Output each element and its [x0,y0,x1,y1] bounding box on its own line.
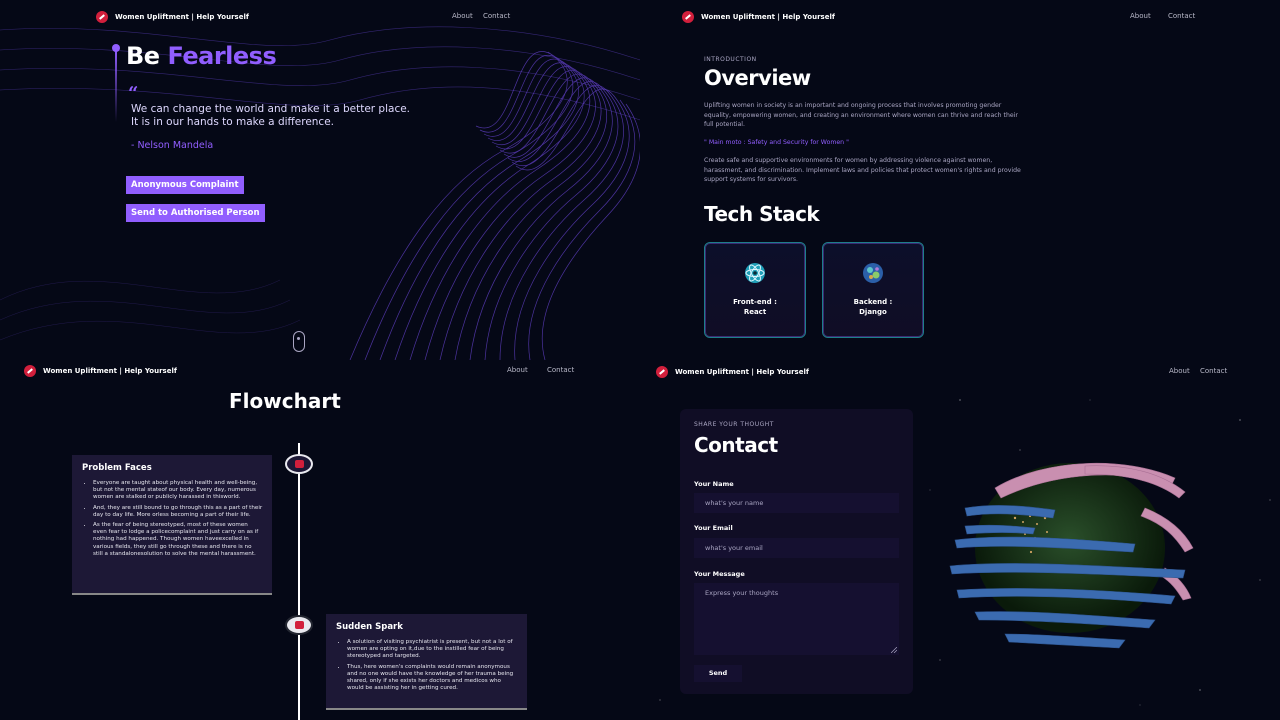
email-input[interactable]: what's your email [694,538,899,558]
tech-card-backend-line2: Django [859,308,887,316]
brand-link[interactable]: Women Upliftment | Help Yourself [96,11,249,23]
contact-subtitle: SHARE YOUR THOUGHT [694,421,774,428]
logo-icon [682,11,694,23]
tech-card-backend-line1: Backend : [853,298,893,306]
timeline-node-icon [295,460,304,468]
tech-card-frontend: Front-end : React [704,242,806,338]
flowchart-title: Flowchart [229,389,341,413]
tech-card-frontend-line2: React [743,308,767,316]
email-label: Your Email [694,524,733,532]
brand-link[interactable]: Women Upliftment | Help Yourself [682,11,835,23]
overview-title: Overview [704,66,811,90]
flow-card-point: Thus, here women's complaints would rema… [347,664,518,693]
anonymous-complaint-button[interactable]: Anonymous Complaint [126,176,244,194]
flow-card-points: A solution of visiting psychiatrist is p… [336,639,518,692]
navbar: Women Upliftment | Help Yourself About C… [640,360,1280,394]
quote-line-1: We can change the world and make it a be… [131,103,411,115]
flow-card-title: Problem Faces [82,463,152,473]
wave-background [0,26,640,360]
brand-link[interactable]: Women Upliftment | Help Yourself [656,366,809,378]
nav-about-link[interactable]: About [1169,367,1190,375]
name-label: Your Name [694,480,734,488]
nav-about-link[interactable]: About [507,366,528,374]
logo-icon [96,11,108,23]
send-authorised-button[interactable]: Send to Authorised Person [126,204,265,222]
nav-contact-link[interactable]: Contact [483,12,510,20]
message-label: Your Message [694,570,745,578]
quote-line-2: It is in our hands to make a difference. [131,116,335,128]
flow-card-problem: Problem Faces Everyone are taught about … [72,455,272,595]
brand-text: Women Upliftment | Help Yourself [115,13,249,21]
tech-stack-title: Tech Stack [704,202,820,226]
flow-card-title: Sudden Spark [336,622,403,632]
hero-section: Women Upliftment | Help Yourself About C… [0,0,640,360]
nav-about-link[interactable]: About [1130,12,1151,20]
hero-line [115,50,117,122]
resize-handle-icon[interactable] [891,647,897,653]
nav-contact-link[interactable]: Contact [547,366,574,374]
contact-form: SHARE YOUR THOUGHT Contact Your Name wha… [680,409,913,694]
send-button[interactable]: Send [694,665,742,682]
hero-title: Be Fearless [126,42,277,70]
brand-text: Women Upliftment | Help Yourself [675,368,809,376]
django-icon [863,263,883,283]
flow-card-point: A solution of visiting psychiatrist is p… [347,639,518,661]
brand-text: Women Upliftment | Help Yourself [43,367,177,375]
earth-model[interactable] [935,448,1205,658]
overview-paragraph-2: Create safe and supportive environments … [704,157,1021,183]
nav-about-link[interactable]: About [452,12,473,20]
hero-quote: We can change the world and make it a be… [131,103,431,129]
react-icon [745,263,765,283]
hero-title-accent: Fearless [167,42,277,70]
flow-card-point: As the fear of being stereotyped, most o… [93,522,263,558]
flow-card-spark: Sudden Spark A solution of visiting psyc… [326,614,527,710]
timeline-node-2 [285,615,313,635]
overview-subtitle: INTRODUCTION [704,56,757,63]
overview-paragraph-1: Uplifting women in society is an importa… [704,102,1018,128]
nav-contact-link[interactable]: Contact [1200,367,1227,375]
flow-card-points: Everyone are taught about physical healt… [82,480,263,558]
brand-link[interactable]: Women Upliftment | Help Yourself [24,365,177,377]
logo-icon [24,365,36,377]
nav-contact-link[interactable]: Contact [1168,12,1195,20]
scroll-indicator-icon[interactable] [293,331,305,352]
message-input[interactable]: Express your thoughts [694,583,899,655]
flow-card-point: Everyone are taught about physical healt… [93,480,263,502]
contact-title: Contact [694,433,778,457]
tech-card-frontend-line1: Front-end : [733,298,777,306]
navbar: Women Upliftment | Help Yourself About C… [0,0,640,34]
tech-card-backend: Backend : Django [822,242,924,338]
quote-mark-icon: “ [128,83,139,104]
timeline-node-1 [285,454,313,474]
brand-text: Women Upliftment | Help Yourself [701,13,835,21]
overview-moto: " Main moto : Safety and Security for Wo… [704,139,849,146]
contact-section: Women Upliftment | Help Yourself About C… [640,360,1280,720]
timeline-line [298,443,300,720]
overview-section: Women Upliftment | Help Yourself About C… [640,0,1280,360]
logo-icon [656,366,668,378]
name-input[interactable]: what's your name [694,493,899,513]
navbar: Women Upliftment | Help Yourself About C… [640,0,1280,34]
quote-author: - Nelson Mandela [131,140,214,151]
hero-title-plain: Be [126,42,160,70]
timeline-node-icon [295,621,304,629]
flowchart-section: Women Upliftment | Help Yourself About C… [0,360,640,720]
flow-card-point: And, they are still bound to go through … [93,505,263,519]
